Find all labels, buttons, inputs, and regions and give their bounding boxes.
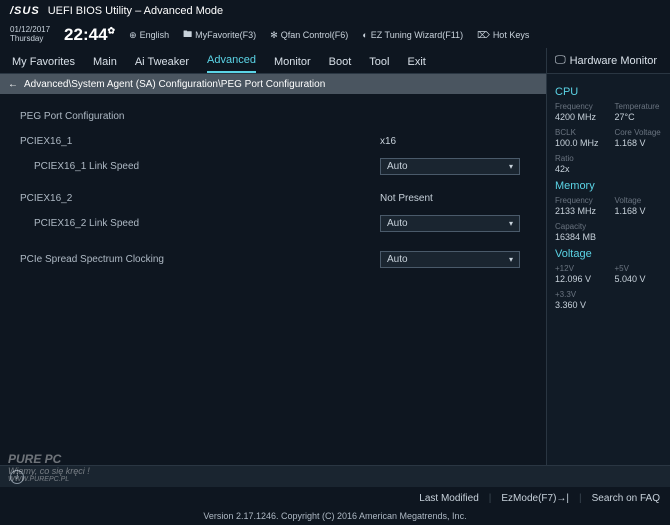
tab-myfavorites[interactable]: My Favorites xyxy=(12,56,75,73)
cpu-corevolt: 1.168 V xyxy=(615,138,663,148)
content-area: ← Advanced\System Agent (SA) Configurati… xyxy=(0,74,546,465)
section-heading: PEG Port Configuration xyxy=(20,111,380,122)
pciex16-2-value: Not Present xyxy=(380,193,433,204)
cpu-ratio: 42x xyxy=(555,164,662,174)
tab-exit[interactable]: Exit xyxy=(407,56,425,73)
tab-boot[interactable]: Boot xyxy=(329,56,352,73)
ssc-label: PCIe Spread Spectrum Clocking xyxy=(20,254,380,265)
volt-5v: 5.040 V xyxy=(615,274,663,284)
brand-logo: /SUS xyxy=(10,5,40,17)
mem-volt: 1.168 V xyxy=(615,206,663,216)
memory-heading: Memory xyxy=(555,180,662,192)
pciex16-2-speed-label: PCIEX16_2 Link Speed xyxy=(20,218,380,229)
hw-title: Hardware Monitor xyxy=(570,55,657,67)
date-block: 01/12/2017Thursday xyxy=(10,26,50,44)
mem-cap: 16384 MB xyxy=(555,232,662,242)
hotkeys-button[interactable]: ⌦Hot Keys xyxy=(477,30,529,41)
tab-main[interactable]: Main xyxy=(93,56,117,73)
hardware-monitor: CPU Frequency4200 MHzTemperature27°C BCL… xyxy=(546,74,670,465)
wand-icon: ◐ xyxy=(362,30,367,40)
myfavorite-button[interactable]: 🖿MyFavorite(F3) xyxy=(183,27,256,43)
globe-icon: ⊕ xyxy=(129,30,137,41)
tab-monitor[interactable]: Monitor xyxy=(274,56,311,73)
eztuning-button[interactable]: ◐EZ Tuning Wizard(F11) xyxy=(362,30,463,40)
pciex16-1-speed-select[interactable]: Auto xyxy=(380,158,520,175)
cpu-bclk: 100.0 MHz xyxy=(555,138,603,148)
main-tabs: My Favorites Main Ai Tweaker Advanced Mo… xyxy=(0,48,546,74)
language-selector[interactable]: ⊕English xyxy=(129,30,169,41)
last-modified-button[interactable]: Last Modified xyxy=(419,493,478,504)
volt-12v: 12.096 V xyxy=(555,274,603,284)
qfan-button[interactable]: ✻Qfan Control(F6) xyxy=(270,30,348,41)
volt-33v: 3.360 V xyxy=(555,300,662,310)
ezmode-button[interactable]: EzMode(F7)→| xyxy=(501,493,569,504)
clock: 22:44✿ xyxy=(64,25,115,45)
back-icon[interactable]: ← xyxy=(8,79,18,90)
cpu-heading: CPU xyxy=(555,86,662,98)
mem-freq: 2133 MHz xyxy=(555,206,603,216)
fan-icon: ✻ xyxy=(270,30,278,41)
pciex16-2-speed-select[interactable]: Auto xyxy=(380,215,520,232)
breadcrumb: Advanced\System Agent (SA) Configuration… xyxy=(24,79,325,90)
voltage-heading: Voltage xyxy=(555,248,662,260)
pciex16-1-value: x16 xyxy=(380,136,396,147)
tab-aitweaker[interactable]: Ai Tweaker xyxy=(135,56,189,73)
monitor-icon: 🖵 xyxy=(555,54,566,67)
app-title: UEFI BIOS Utility – Advanced Mode xyxy=(48,5,223,17)
folder-icon: 🖿 xyxy=(183,27,192,43)
tab-tool[interactable]: Tool xyxy=(369,56,389,73)
pciex16-1-label: PCIEX16_1 xyxy=(20,136,380,147)
watermark: PURE PC Wiemy, co się kręci ! WWW.PUREPC… xyxy=(8,452,90,483)
key-icon: ⌦ xyxy=(477,30,490,41)
pciex16-2-label: PCIEX16_2 xyxy=(20,193,380,204)
cpu-temp: 27°C xyxy=(615,112,663,122)
version-text: Version 2.17.1246. Copyright (C) 2016 Am… xyxy=(0,509,670,525)
cpu-freq: 4200 MHz xyxy=(555,112,603,122)
ssc-select[interactable]: Auto xyxy=(380,251,520,268)
search-faq-button[interactable]: Search on FAQ xyxy=(592,493,660,504)
pciex16-1-speed-label: PCIEX16_1 Link Speed xyxy=(20,161,380,172)
tab-advanced[interactable]: Advanced xyxy=(207,54,256,73)
